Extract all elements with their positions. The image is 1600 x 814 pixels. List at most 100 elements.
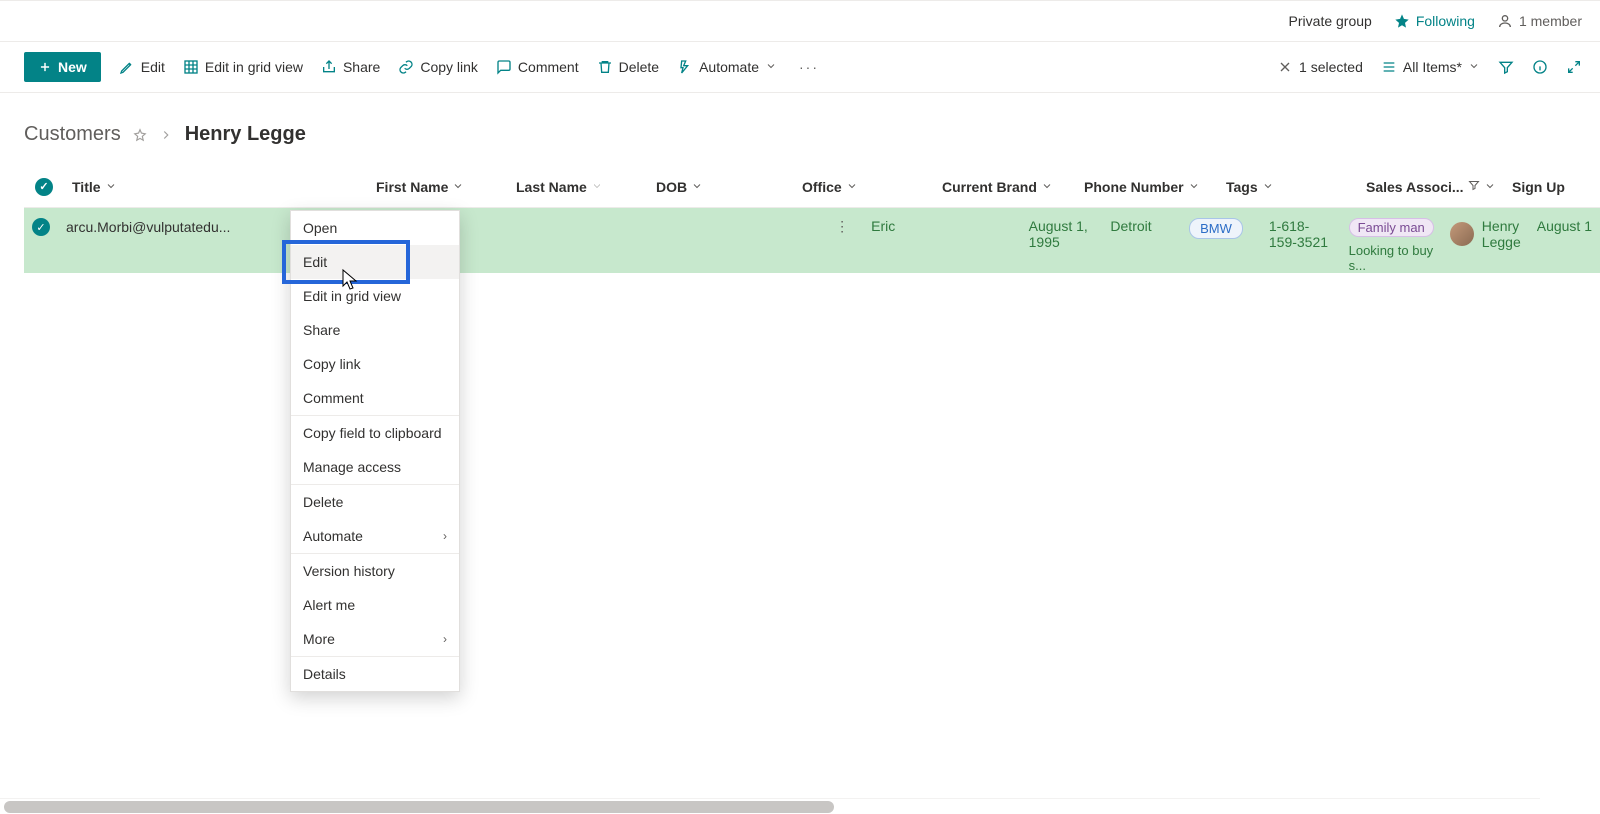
cell-brand: BMW bbox=[1181, 218, 1261, 239]
info-button[interactable] bbox=[1532, 59, 1548, 75]
cell-office: Detroit bbox=[1102, 218, 1181, 234]
cell-first-name: Eric bbox=[863, 218, 942, 234]
col-office[interactable]: Office bbox=[794, 179, 934, 195]
chevron-down-icon bbox=[691, 179, 703, 195]
chevron-down-icon bbox=[591, 179, 603, 195]
select-all[interactable]: ✓ bbox=[24, 178, 64, 196]
comment-icon bbox=[496, 59, 512, 75]
ctx-delete[interactable]: Delete bbox=[291, 484, 459, 519]
ctx-version-history[interactable]: Version history bbox=[291, 553, 459, 588]
pencil-icon bbox=[119, 59, 135, 75]
privacy-text: Private group bbox=[1289, 13, 1372, 29]
share-command[interactable]: Share bbox=[321, 59, 380, 75]
chevron-right-icon bbox=[159, 128, 173, 142]
selection-count[interactable]: 1 selected bbox=[1277, 59, 1363, 75]
person-icon bbox=[1497, 13, 1513, 29]
new-label: New bbox=[58, 59, 87, 75]
chevron-down-icon bbox=[846, 179, 858, 195]
col-associate[interactable]: Sales Associ... bbox=[1358, 179, 1504, 195]
ctx-automate[interactable]: Automate› bbox=[291, 519, 459, 553]
col-title[interactable]: Title bbox=[64, 179, 368, 195]
automate-command[interactable]: Automate bbox=[677, 59, 777, 75]
check-icon: ✓ bbox=[35, 178, 53, 196]
check-icon: ✓ bbox=[32, 218, 50, 236]
ctx-manage-access[interactable]: Manage access bbox=[291, 450, 459, 484]
command-bar: New Edit Edit in grid view Share Copy li… bbox=[0, 42, 1600, 93]
chevron-right-icon: › bbox=[443, 632, 447, 646]
expand-button[interactable] bbox=[1566, 59, 1582, 75]
expand-icon bbox=[1566, 59, 1582, 75]
context-menu: Open Edit Edit in grid view Share Copy l… bbox=[290, 210, 460, 692]
plus-icon bbox=[38, 60, 52, 74]
row-more-button[interactable]: ⋮ bbox=[829, 218, 855, 235]
info-icon bbox=[1532, 59, 1548, 75]
copy-link-command[interactable]: Copy link bbox=[398, 59, 478, 75]
chevron-down-icon bbox=[1468, 59, 1480, 75]
ctx-share[interactable]: Share bbox=[291, 313, 459, 347]
col-first-name[interactable]: First Name bbox=[368, 179, 508, 195]
col-dob[interactable]: DOB bbox=[648, 179, 794, 195]
filter-icon bbox=[1468, 179, 1480, 191]
col-last-name[interactable]: Last Name bbox=[508, 179, 648, 195]
ctx-more[interactable]: More› bbox=[291, 622, 459, 656]
grid-icon bbox=[183, 59, 199, 75]
col-brand[interactable]: Current Brand bbox=[934, 179, 1076, 195]
cell-dob: August 1, 1995 bbox=[1021, 218, 1103, 250]
chevron-down-icon bbox=[765, 59, 777, 75]
group-info-bar: Private group Following 1 member bbox=[0, 0, 1600, 42]
close-icon bbox=[1277, 59, 1293, 75]
comment-command[interactable]: Comment bbox=[496, 59, 579, 75]
breadcrumb: Customers Henry Legge bbox=[0, 93, 1600, 166]
horizontal-scrollbar[interactable] bbox=[0, 798, 1540, 814]
privacy-label: Private group bbox=[1289, 13, 1372, 29]
col-signup[interactable]: Sign Up bbox=[1504, 179, 1600, 195]
flow-icon bbox=[677, 59, 693, 75]
ctx-copy-link[interactable]: Copy link bbox=[291, 347, 459, 381]
avatar bbox=[1450, 222, 1474, 246]
cell-signup: August 1 bbox=[1529, 218, 1600, 234]
chevron-right-icon: › bbox=[443, 529, 447, 543]
filter-button[interactable] bbox=[1498, 59, 1514, 75]
list-icon bbox=[1381, 59, 1397, 75]
filter-icon bbox=[1498, 59, 1514, 75]
chevron-down-icon bbox=[452, 179, 464, 195]
following-text: Following bbox=[1416, 13, 1475, 29]
cell-tags: Family man Looking to buy s... bbox=[1341, 218, 1442, 273]
star-icon bbox=[1394, 13, 1410, 29]
star-outline-icon[interactable] bbox=[133, 128, 147, 142]
chevron-down-icon bbox=[1484, 179, 1496, 195]
following-toggle[interactable]: Following bbox=[1394, 13, 1475, 29]
row-select[interactable]: ✓ bbox=[24, 218, 58, 236]
table-row[interactable]: ✓ arcu.Morbi@vulputatedu... ⋮ Eric Augus… bbox=[24, 208, 1600, 273]
delete-command[interactable]: Delete bbox=[597, 59, 659, 75]
ctx-edit[interactable]: Edit bbox=[291, 245, 459, 279]
ctx-alert-me[interactable]: Alert me bbox=[291, 588, 459, 622]
edit-command[interactable]: Edit bbox=[119, 59, 165, 75]
ctx-copy-field[interactable]: Copy field to clipboard bbox=[291, 415, 459, 450]
list-view: ✓ Title First Name Last Name DOB Office … bbox=[0, 166, 1600, 273]
chevron-down-icon bbox=[1262, 179, 1274, 195]
breadcrumb-current: Henry Legge bbox=[185, 123, 306, 146]
view-selector[interactable]: All Items* bbox=[1381, 59, 1480, 75]
ctx-open[interactable]: Open bbox=[291, 211, 459, 245]
col-phone[interactable]: Phone Number bbox=[1076, 179, 1218, 195]
members-text: 1 member bbox=[1519, 13, 1582, 29]
cell-associate: Henry Legge bbox=[1442, 218, 1529, 250]
breadcrumb-root[interactable]: Customers bbox=[24, 123, 121, 146]
ctx-edit-grid[interactable]: Edit in grid view bbox=[291, 279, 459, 313]
share-icon bbox=[321, 59, 337, 75]
new-button[interactable]: New bbox=[24, 52, 101, 82]
ctx-comment[interactable]: Comment bbox=[291, 381, 459, 415]
cell-title[interactable]: arcu.Morbi@vulputatedu... ⋮ bbox=[58, 218, 863, 235]
chevron-down-icon bbox=[105, 179, 117, 195]
edit-grid-command[interactable]: Edit in grid view bbox=[183, 59, 303, 75]
scrollbar-thumb[interactable] bbox=[4, 801, 834, 813]
trash-icon bbox=[597, 59, 613, 75]
cell-phone: 1-618-159-3521 bbox=[1261, 218, 1341, 250]
col-tags[interactable]: Tags bbox=[1218, 179, 1358, 195]
overflow-button[interactable]: ··· bbox=[795, 59, 823, 75]
ctx-details[interactable]: Details bbox=[291, 656, 459, 691]
chevron-down-icon bbox=[1188, 179, 1200, 195]
members-button[interactable]: 1 member bbox=[1497, 13, 1582, 29]
list-header: ✓ Title First Name Last Name DOB Office … bbox=[24, 166, 1600, 208]
